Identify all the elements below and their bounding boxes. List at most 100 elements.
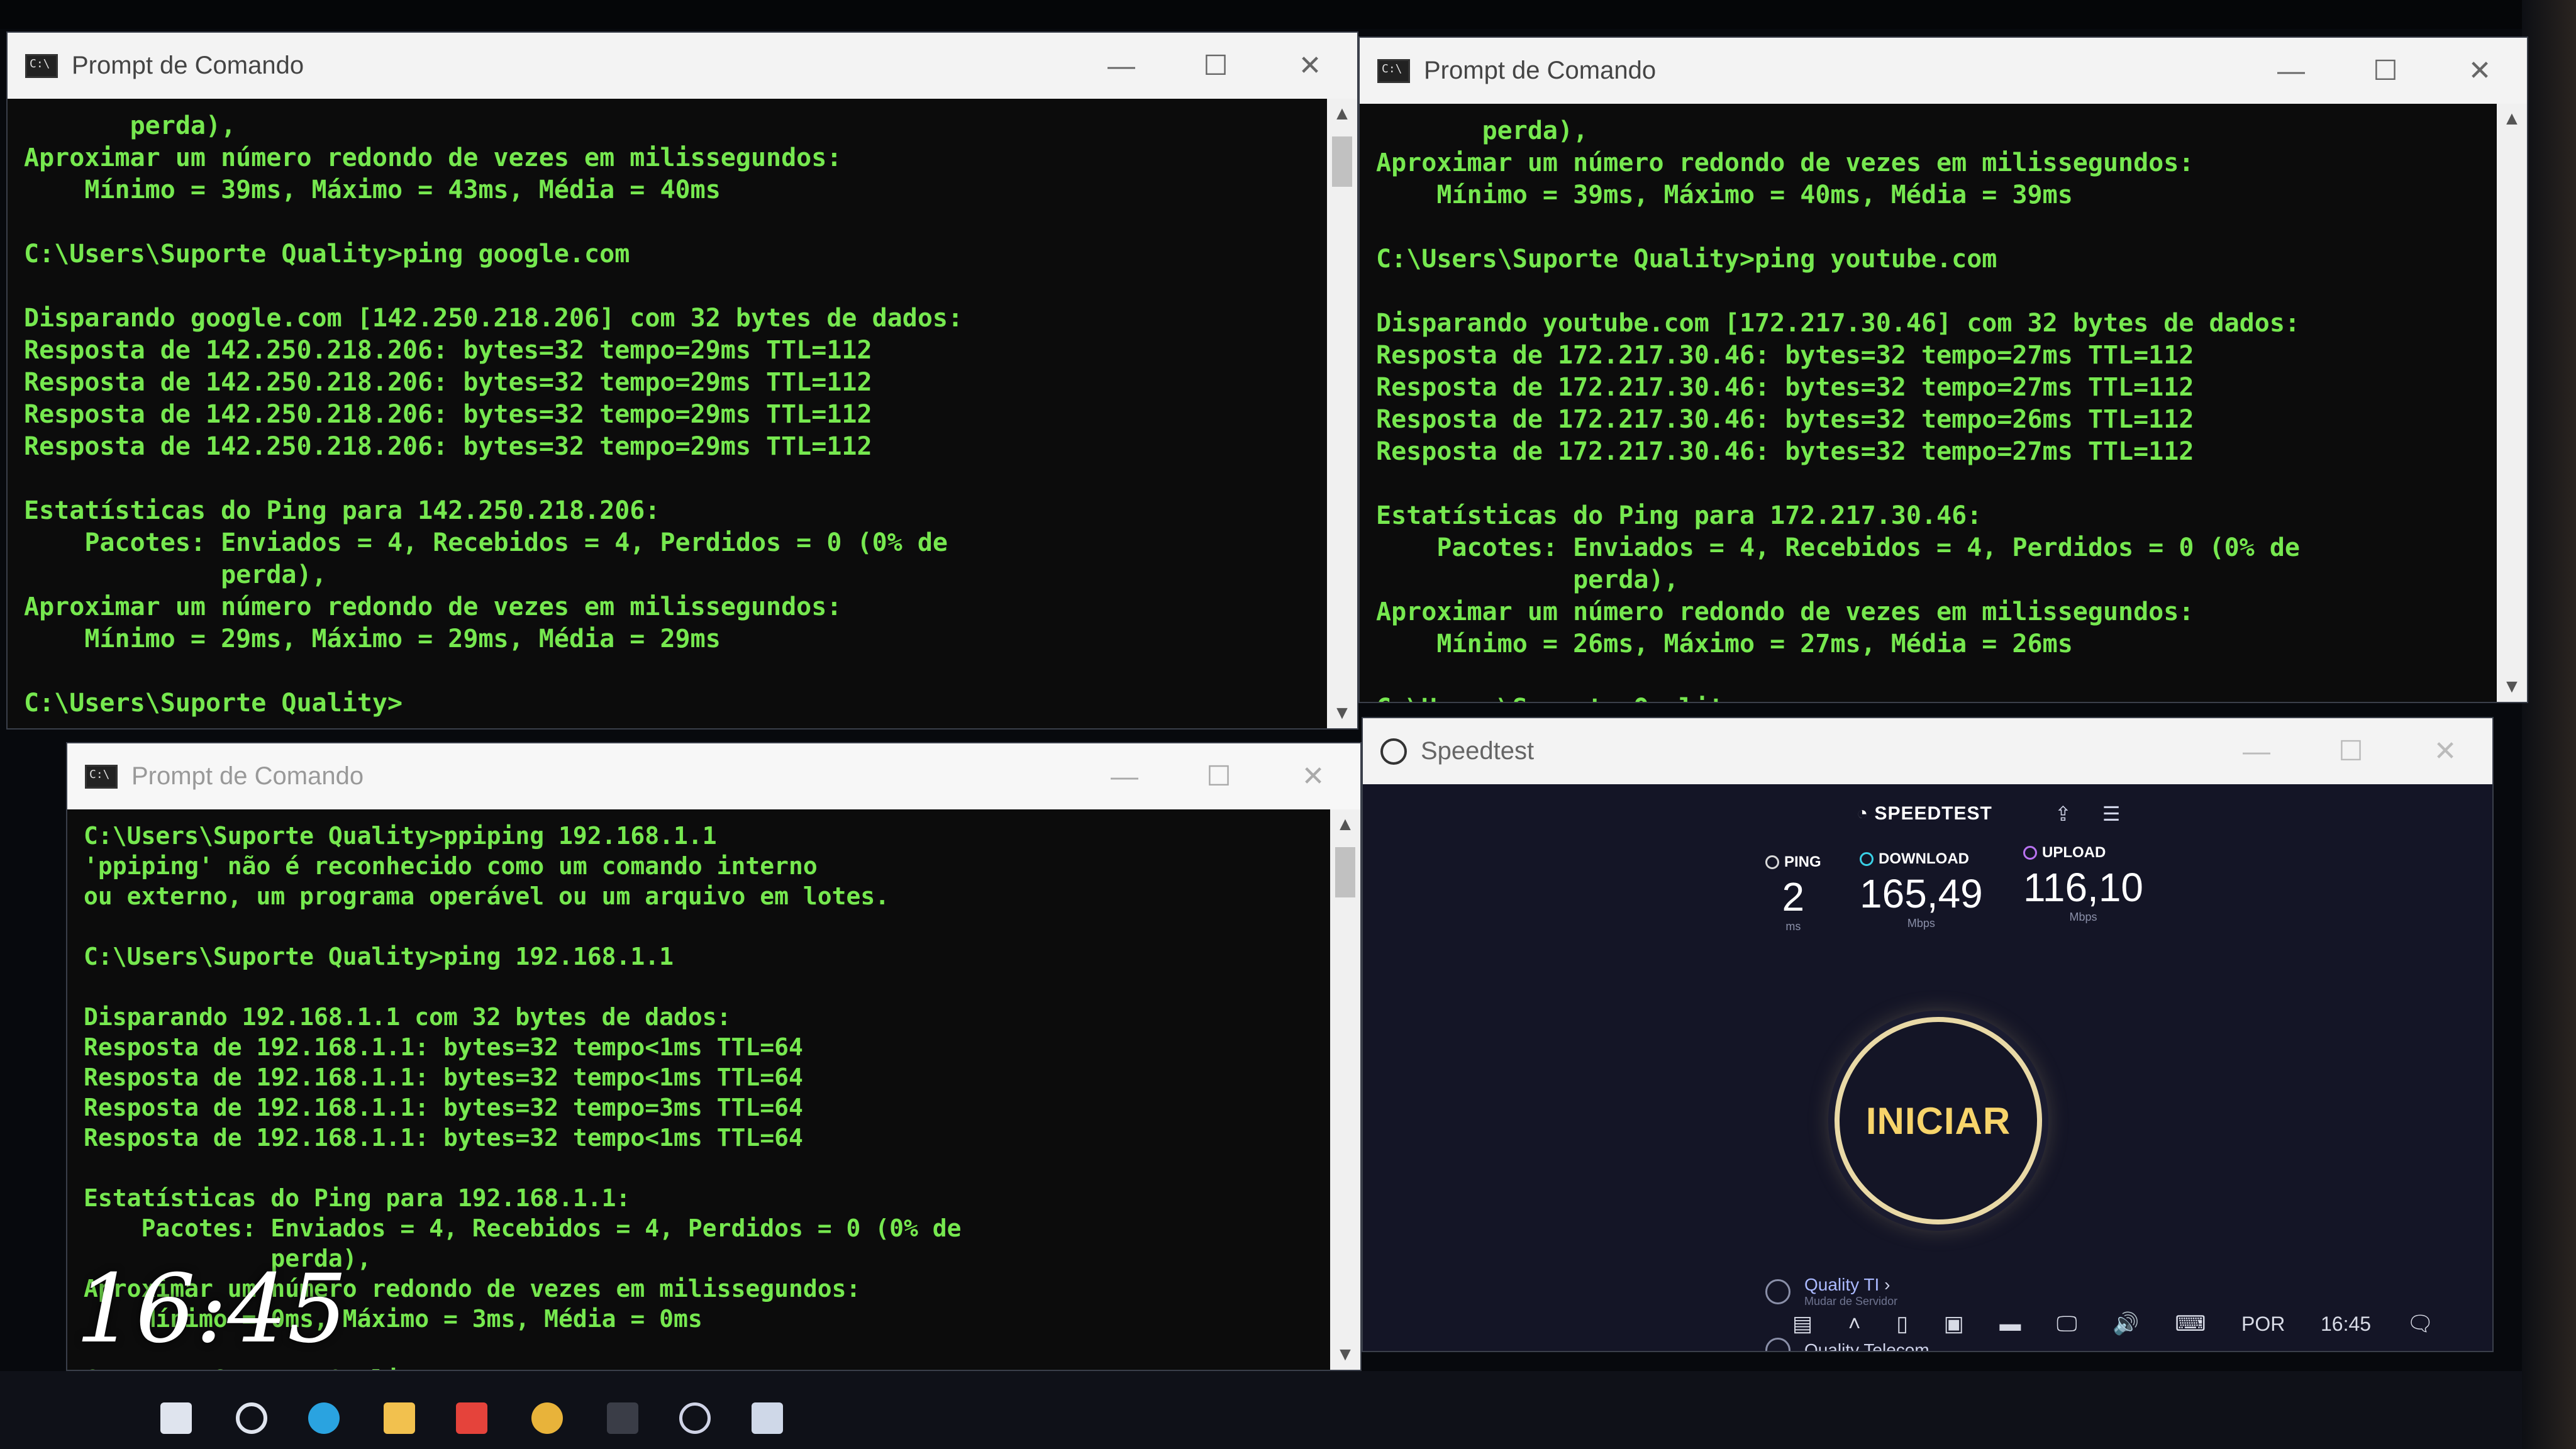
isp-name: Quality TI: [1804, 1275, 1880, 1294]
scroll-thumb[interactable]: [1332, 136, 1352, 187]
network-icon[interactable]: 🖵: [2057, 1312, 2077, 1336]
download-icon: [1860, 852, 1874, 866]
ping-icon: [1765, 855, 1779, 869]
minimize-button[interactable]: —: [1077, 743, 1172, 809]
terminal-line: Mínimo = 29ms, Máximo = 29ms, Média = 29…: [24, 625, 721, 653]
windows-start-icon[interactable]: [160, 1402, 192, 1434]
chrome-icon[interactable]: [531, 1402, 563, 1434]
minimize-button[interactable]: —: [1074, 33, 1169, 99]
notifications-icon[interactable]: 🗨: [2407, 1311, 2434, 1336]
terminal-line: Pacotes: Enviados = 4, Recebidos = 4, Pe…: [24, 528, 948, 557]
vertical-scrollbar[interactable]: ▲ ▼: [2497, 104, 2527, 702]
video-timestamp-overlay: 16:45: [75, 1255, 348, 1364]
display-icon[interactable]: ▣: [1944, 1311, 1964, 1336]
scroll-down-arrow-icon[interactable]: ▼: [1327, 698, 1357, 728]
terminal-line: C:\Users\Suporte Quality>ping 192.168.1.…: [84, 943, 674, 970]
titlebar[interactable]: Speedtest — ☐ ✕: [1363, 718, 2492, 784]
anydesk-icon[interactable]: [456, 1402, 487, 1434]
close-button[interactable]: ✕: [2433, 38, 2527, 104]
maximize-button[interactable]: ☐: [2338, 38, 2433, 104]
titlebar[interactable]: Prompt de Comando — ☐ ✕: [67, 743, 1360, 809]
monitor-bezel-right: [2522, 0, 2576, 1449]
device-icon[interactable]: ▯: [1896, 1311, 1908, 1336]
upload-metric: UPLOAD 116,10 Mbps: [2023, 844, 2143, 923]
terminal-line: Pacotes: Enviados = 4, Recebidos = 4, Pe…: [84, 1214, 962, 1242]
terminal-line: C:\Users\Suporte Quality>ppiping 192.168…: [84, 822, 717, 850]
upload-unit: Mbps: [2069, 911, 2097, 923]
cmd-window-top-right[interactable]: Prompt de Comando — ☐ ✕ perda), Aproximar…: [1358, 36, 2528, 703]
battery-icon[interactable]: ▬: [1999, 1312, 2021, 1336]
terminal-line: Mínimo = 39ms, Máximo = 40ms, Média = 39…: [1376, 180, 2073, 209]
terminal-line: Mínimo = 26ms, Máximo = 27ms, Média = 26…: [1376, 630, 2073, 658]
close-button[interactable]: ✕: [1263, 33, 1357, 99]
maximize-button[interactable]: ☐: [1169, 33, 1263, 99]
taskbar-clock[interactable]: 16:45: [2321, 1313, 2371, 1336]
settings-icon[interactable]: ☰: [2102, 802, 2121, 825]
terminal-output[interactable]: perda), Aproximar um número redondo de ve…: [8, 99, 1327, 728]
terminal-line: Resposta de 142.250.218.206: bytes=32 te…: [24, 368, 872, 397]
vertical-scrollbar[interactable]: ▲ ▼: [1327, 99, 1357, 728]
terminal-line: perda),: [1376, 116, 1589, 145]
terminal-line: Resposta de 172.217.30.46: bytes=32 temp…: [1376, 437, 2194, 466]
share-icon[interactable]: ⇪: [2055, 802, 2072, 825]
terminal-output[interactable]: perda), Aproximar um número redondo de ve…: [1360, 104, 2497, 702]
terminal-line: Disparando google.com [142.250.218.206] …: [24, 304, 963, 333]
terminal-line: C:\Users\Suporte Quality>ping youtube.co…: [1376, 245, 1997, 274]
terminal-line: Estatísticas do Ping para 192.168.1.1:: [84, 1184, 631, 1212]
scroll-up-arrow-icon[interactable]: ▲: [1327, 99, 1357, 129]
terminal-line: ou externo, um programa operável ou um a…: [84, 882, 890, 910]
notes-taskbar-icon[interactable]: [752, 1402, 783, 1434]
maximize-button[interactable]: ☐: [1172, 743, 1266, 809]
window-title: Speedtest: [1421, 737, 1535, 765]
search-icon[interactable]: [236, 1402, 267, 1434]
file-explorer-icon[interactable]: [384, 1402, 415, 1434]
maximize-button[interactable]: ☐: [2304, 718, 2398, 784]
scroll-thumb[interactable]: [1335, 847, 1355, 897]
chevron-up-icon[interactable]: ˄: [1848, 1312, 1861, 1336]
scroll-down-arrow-icon[interactable]: ▼: [2497, 672, 2527, 702]
cmd-taskbar-icon[interactable]: [607, 1402, 638, 1434]
terminal-line: Resposta de 192.168.1.1: bytes=32 tempo=…: [84, 1094, 803, 1121]
terminal-line: Resposta de 172.217.30.46: bytes=32 temp…: [1376, 373, 2194, 402]
edge-browser-icon[interactable]: [308, 1402, 340, 1434]
window-title: Prompt de Comando: [131, 762, 364, 790]
news-widget-icon[interactable]: ▤: [1792, 1311, 1813, 1336]
window-title: Prompt de Comando: [72, 52, 304, 79]
minimize-button[interactable]: —: [2244, 38, 2338, 104]
language-indicator[interactable]: POR: [2241, 1313, 2285, 1336]
terminal-line: Aproximar um número redondo de vezes em …: [24, 592, 842, 621]
cmd-app-icon: [85, 764, 118, 789]
terminal-line: Resposta de 172.217.30.46: bytes=32 temp…: [1376, 341, 2194, 370]
titlebar[interactable]: Prompt de Comando — ☐ ✕: [8, 33, 1357, 99]
terminal-line: Resposta de 172.217.30.46: bytes=32 temp…: [1376, 405, 2194, 434]
terminal-line: Resposta de 142.250.218.206: bytes=32 te…: [24, 400, 872, 429]
speedtest-window[interactable]: Speedtest — ☐ ✕ ◔ SPEEDTEST ⇪ ☰ PING 2 m…: [1362, 717, 2494, 1352]
volume-icon[interactable]: 🔊: [2112, 1311, 2139, 1336]
scroll-down-arrow-icon[interactable]: ▼: [1330, 1340, 1360, 1370]
scroll-up-arrow-icon[interactable]: ▲: [2497, 104, 2527, 134]
titlebar[interactable]: Prompt de Comando — ☐ ✕: [1360, 38, 2527, 104]
keyboard-icon[interactable]: ⌨: [2175, 1311, 2206, 1336]
system-tray: ▤ ˄ ▯ ▣ ▬ 🖵 🔊 ⌨ POR 16:45 🗨: [1792, 1296, 2434, 1352]
scroll-up-arrow-icon[interactable]: ▲: [1330, 809, 1360, 840]
speedtest-body: ◔ SPEEDTEST ⇪ ☰ PING 2 ms DOWNLOAD 165,4…: [1363, 784, 2492, 1351]
taskbar: [0, 1371, 2522, 1449]
close-button[interactable]: ✕: [2398, 718, 2492, 784]
terminal-line: C:\Users\Suporte Quality>: [24, 689, 403, 718]
terminal-line: Resposta de 192.168.1.1: bytes=32 tempo<…: [84, 1124, 803, 1152]
cmd-window-top-left[interactable]: Prompt de Comando — ☐ ✕ perda), Aproximar…: [6, 31, 1358, 730]
speedtest-taskbar-icon[interactable]: [679, 1402, 711, 1434]
minimize-button[interactable]: —: [2209, 718, 2304, 784]
cmd-app-icon: [25, 53, 58, 78]
vertical-scrollbar[interactable]: ▲ ▼: [1330, 809, 1360, 1370]
close-button[interactable]: ✕: [1266, 743, 1360, 809]
start-test-button[interactable]: INICIAR: [1835, 1017, 2042, 1224]
monitor-bezel-top: [0, 0, 2576, 29]
upload-icon: [2023, 846, 2037, 860]
